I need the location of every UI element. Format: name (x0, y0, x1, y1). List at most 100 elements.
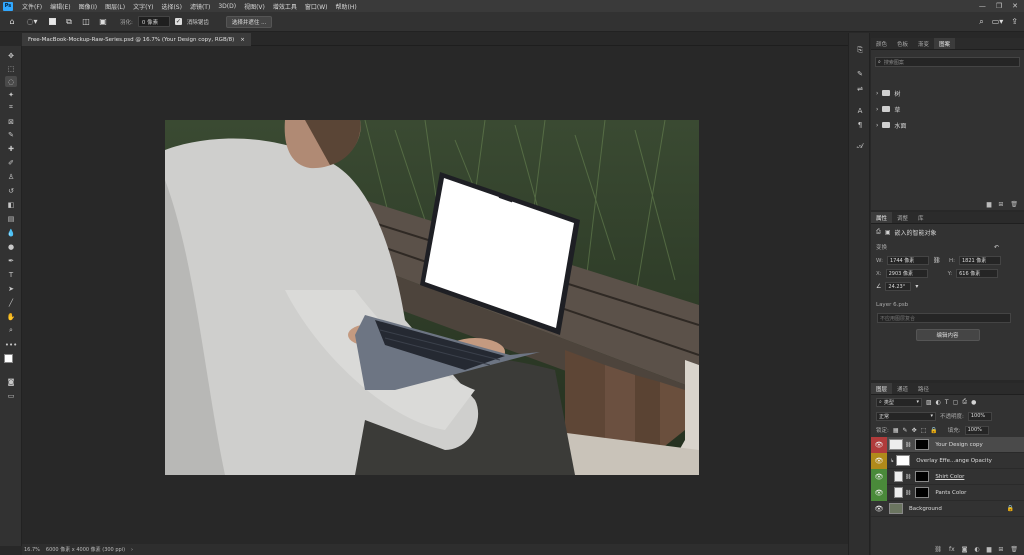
lasso-tool-preset-icon[interactable]: ◌▾ (23, 16, 41, 28)
tab-libraries[interactable]: 库 (913, 212, 929, 223)
edit-contents-button[interactable]: 编辑内容 (915, 329, 980, 341)
healing-brush-tool-icon[interactable]: ✚ (5, 143, 17, 154)
link-layers-icon[interactable]: ⛓ (934, 546, 942, 553)
magic-wand-tool-icon[interactable]: ✦ (5, 89, 17, 100)
menu-image[interactable]: 图像(I) (75, 2, 101, 11)
pen-tool-icon[interactable]: ✒ (5, 255, 17, 266)
pattern-folder[interactable]: › 草 (871, 101, 1024, 117)
new-layer-icon[interactable]: ⊞ (998, 546, 1003, 553)
tab-patterns[interactable]: 图案 (934, 38, 956, 49)
delete-layer-icon[interactable]: 🗑 (1010, 546, 1018, 553)
width-input[interactable]: 1744 像素 (886, 256, 929, 265)
workspace-icon[interactable]: ▭▾ (992, 17, 1004, 27)
menu-type[interactable]: 文字(Y) (129, 2, 157, 11)
menu-file[interactable]: 文件(F) (18, 2, 46, 11)
lock-all-icon[interactable]: 🔒 (930, 427, 937, 434)
lock-image-icon[interactable]: ✎ (903, 427, 908, 434)
layer-row[interactable]: 👁 ⛓ Your Design copy (871, 436, 1024, 453)
hand-tool-icon[interactable]: ✋ (5, 311, 17, 322)
frame-tool-icon[interactable]: ⊠ (5, 116, 17, 127)
tab-layers[interactable]: 图层 (871, 383, 893, 394)
chevron-right-icon[interactable]: › (876, 122, 878, 129)
tab-color[interactable]: 颜色 (871, 38, 892, 49)
visibility-eye-icon[interactable]: 👁 (871, 436, 887, 453)
character-icon[interactable]: A (854, 105, 866, 116)
line-tool-icon[interactable]: ╱ (5, 297, 17, 308)
fx-icon[interactable]: fx (949, 546, 955, 553)
layer-row[interactable]: 👁 ⛓ Shirt Color (871, 468, 1024, 485)
lasso-tool-icon[interactable]: ◌ (5, 76, 17, 87)
move-tool-icon[interactable]: ✥ (5, 50, 17, 61)
tab-adjustments[interactable]: 调整 (892, 212, 913, 223)
layer-row[interactable]: 👁 Background 🔒 (871, 501, 1024, 517)
paragraph-icon[interactable]: ¶ (854, 119, 866, 130)
new-group-icon[interactable]: ▆ (987, 201, 992, 208)
menu-plugins[interactable]: 增效工具 (269, 2, 301, 11)
layer-row[interactable]: 👁 ↳ Overlay Effe...ange Opacity (871, 452, 1024, 469)
lock-artboard-icon[interactable]: ⬚ (921, 427, 927, 434)
chevron-down-icon[interactable]: ▾ (915, 283, 918, 290)
height-input[interactable]: 1821 像素 (958, 256, 1001, 265)
layer-row[interactable]: 👁 ⛓ Pants Color (871, 484, 1024, 501)
select-and-mask-button[interactable]: 选择并遮住 ... (225, 15, 273, 28)
delete-icon[interactable]: 🗑 (1010, 201, 1018, 208)
path-selection-tool-icon[interactable]: ➤ (5, 283, 17, 294)
angle-input[interactable]: 24.23° (885, 282, 912, 291)
quick-mask-icon[interactable]: ◙ (5, 376, 17, 387)
search-icon[interactable]: ⌕ (979, 17, 983, 27)
filter-toggle-icon[interactable]: ● (971, 399, 976, 406)
pattern-search-input[interactable]: ⌕ 搜索图案 (875, 57, 1020, 67)
restore-icon[interactable]: ❐ (996, 2, 1002, 10)
mockup-photo[interactable] (165, 120, 699, 475)
lock-position-icon[interactable]: ✥ (912, 427, 917, 434)
antialias-checkbox[interactable]: ✓ (174, 18, 182, 25)
menu-window[interactable]: 窗口(W) (301, 2, 332, 11)
link-icon[interactable]: ⛓ (933, 257, 945, 264)
status-arrow-icon[interactable]: › (131, 547, 133, 553)
type-tool-icon[interactable]: T (5, 269, 17, 280)
zoom-tool-icon[interactable]: ⌕ (5, 325, 17, 336)
filter-smart-icon[interactable]: ⎙ (962, 398, 967, 406)
blend-mode-select[interactable]: 正常 ▾ (876, 411, 936, 421)
more-tools-icon[interactable]: ••• (5, 339, 17, 350)
layer-filter-select[interactable]: ⌕ 类型 ▾ (876, 397, 922, 407)
marquee-tool-icon[interactable]: ⬚ (5, 63, 17, 74)
filter-pixel-icon[interactable]: ▨ (926, 399, 932, 406)
pattern-folder[interactable]: › 树 (871, 85, 1024, 101)
glyphs-icon[interactable]: 𝒜 (854, 141, 866, 152)
add-selection-icon[interactable]: ⧉ (63, 16, 75, 28)
layer-comp-select[interactable]: 不应用图层复合 (877, 313, 1011, 323)
new-pattern-icon[interactable]: ⊞ (998, 201, 1003, 208)
filter-type-icon[interactable]: T (945, 399, 949, 406)
document-info[interactable]: 6000 像素 x 4000 像素 (300 ppi) (46, 546, 125, 553)
home-icon[interactable]: ⌂ (6, 16, 18, 28)
chevron-right-icon[interactable]: › (876, 106, 878, 113)
new-group-icon[interactable]: ▆ (987, 546, 992, 553)
menu-edit[interactable]: 编辑(E) (46, 2, 74, 11)
x-input[interactable]: 2903 像素 (885, 269, 928, 278)
tab-channels[interactable]: 通道 (892, 383, 913, 394)
visibility-eye-icon[interactable]: 👁 (871, 452, 887, 469)
history-brush-tool-icon[interactable]: ↺ (5, 185, 17, 196)
feather-input[interactable]: 0 像素 (137, 16, 170, 27)
close-tab-icon[interactable]: × (240, 37, 245, 43)
minimize-icon[interactable]: — (979, 2, 986, 10)
screen-mode-icon[interactable]: ▭ (5, 390, 17, 401)
reset-transform-icon[interactable]: ↶ (994, 244, 999, 251)
tab-properties[interactable]: 属性 (871, 212, 893, 223)
add-mask-icon[interactable]: ◙ (962, 546, 968, 553)
menu-3d[interactable]: 3D(D) (214, 3, 240, 10)
visibility-eye-icon[interactable]: 👁 (871, 501, 887, 517)
menu-select[interactable]: 选择(S) (157, 2, 186, 11)
tab-swatches[interactable]: 色板 (892, 38, 913, 49)
close-window-icon[interactable]: ✕ (1012, 2, 1018, 10)
filter-adjustment-icon[interactable]: ◐ (936, 399, 941, 406)
pattern-folder[interactable]: › 水面 (871, 117, 1024, 133)
visibility-eye-icon[interactable]: 👁 (871, 484, 887, 501)
blur-tool-icon[interactable]: 💧 (5, 227, 17, 238)
menu-filter[interactable]: 滤镜(T) (186, 2, 214, 11)
brush-settings-icon[interactable]: ✎ (854, 68, 866, 79)
share-icon[interactable]: ⇪ (1011, 17, 1018, 27)
tab-gradients[interactable]: 渐变 (913, 38, 934, 49)
foreground-color-swatch[interactable] (4, 354, 13, 363)
